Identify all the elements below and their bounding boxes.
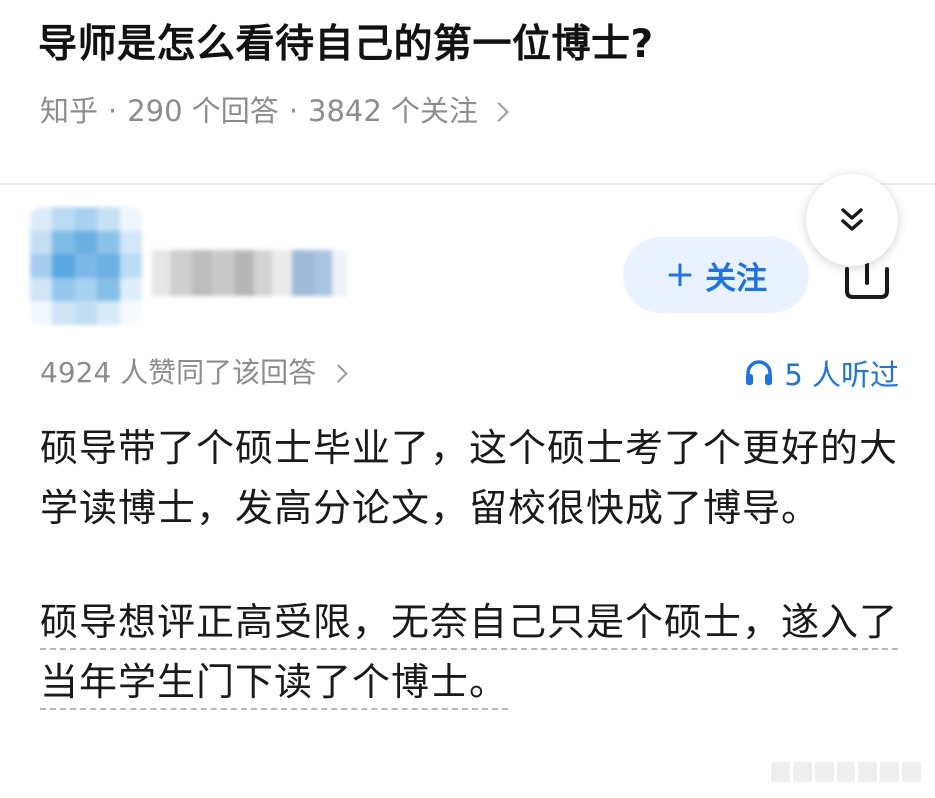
vote-summary[interactable]: 4924 人赞同了该回答 (40, 350, 348, 396)
source-label: 知乎 (40, 94, 99, 128)
listen-count[interactable]: 5 人听过 (744, 350, 899, 396)
listen-count-text: 5 人听过 (784, 358, 899, 392)
chevron-right-icon (489, 102, 509, 122)
chevron-right-icon (329, 363, 348, 383)
meta-separator: · (108, 94, 118, 128)
plus-icon: + (664, 254, 696, 295)
double-chevron-down-icon (841, 208, 863, 231)
author-name[interactable] (152, 250, 347, 296)
answer-body[interactable]: 硕导带了个硕士毕业了，这个硕士考了个更好的大学读博士，发高分论文，留校很快成了博… (40, 418, 902, 712)
meta-separator: · (288, 94, 299, 128)
question-meta[interactable]: 知乎 · 290 个回答 · 3842 个关注 (40, 88, 509, 134)
question-title[interactable]: 导师是怎么看待自己的第一位博士? (38, 18, 918, 72)
follow-label: 关注 (705, 260, 768, 297)
collapse-button[interactable] (806, 174, 898, 266)
avatar[interactable] (30, 207, 142, 325)
divider (0, 183, 935, 185)
answers-count: 290 个回答 (127, 94, 279, 128)
followers-count: 3842 个关注 (308, 94, 479, 128)
watermark (771, 762, 922, 782)
answer-paragraph: 硕导带了个硕士毕业了，这个硕士考了个更好的大学读博士，发高分论文，留校很快成了博… (40, 426, 899, 530)
answer-paragraph: 硕导想评正高受限，无奈自己只是个硕士，遂入了当年学生门下读了个博士。 (40, 592, 902, 712)
headphones-icon (746, 360, 773, 385)
votes-text: 4924 人赞同了该回答 (40, 356, 317, 389)
follow-button[interactable]: + 关注 (623, 237, 809, 313)
answer-paragraph-text: 硕导想评正高受限，无奈自己只是个硕士，遂入了当年学生门下读了个博士。 (40, 600, 899, 710)
